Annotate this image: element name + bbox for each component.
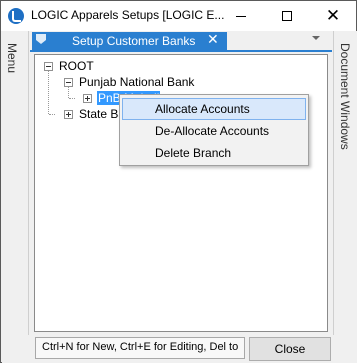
tree-node-label: ROOT [59,59,94,73]
tree-node-root[interactable]: ROOT [44,58,95,74]
menu-side-pane[interactable]: Menu [2,31,29,335]
tree-node-label: Punjab National Bank [79,75,195,89]
document-windows-pane[interactable]: Document Windows [333,31,357,335]
status-bar: Ctrl+N for New, Ctrl+E for Editing, Del … [2,335,357,363]
tab-list-dropdown-icon[interactable] [312,36,320,40]
tree-connector [69,98,75,99]
menu-item-allocate-accounts[interactable]: Allocate Accounts [122,98,306,120]
pin-icon [36,34,46,44]
expand-icon[interactable] [64,109,73,119]
tree-node-state-bank[interactable]: State Ba [64,106,126,122]
maximize-button[interactable] [264,1,310,31]
collapse-icon[interactable] [64,77,73,87]
document-tab-strip: Setup Customer Banks ✕ [30,31,332,51]
logic-app-icon[interactable] [8,8,24,24]
tree-connector [49,114,55,115]
app-window: LOGIC Apparels Setups [LOGIC E... ✕ Menu… [0,0,357,363]
title-bar[interactable]: LOGIC Apparels Setups [LOGIC E... ✕ [1,1,356,31]
window-close-button[interactable]: ✕ [310,1,356,31]
maximize-icon [282,11,292,21]
document-windows-label[interactable]: Document Windows [338,43,352,150]
minimize-button[interactable] [218,1,264,31]
tree-connector [48,70,49,114]
menu-pane-label[interactable]: Menu [5,43,19,73]
expand-icon[interactable] [83,93,92,103]
tree-node-punjab-national-bank[interactable]: Punjab National Bank [64,74,195,90]
tab-label: Setup Customer Banks [72,34,196,48]
collapse-icon[interactable] [44,61,53,71]
minimize-icon [236,15,246,17]
window-title: LOGIC Apparels Setups [LOGIC E... [31,8,225,22]
tab-underline [30,50,332,52]
menu-item-delete-branch[interactable]: Delete Branch [122,142,306,164]
close-icon: ✕ [325,6,341,26]
menu-item-de-allocate-accounts[interactable]: De-Allocate Accounts [122,120,306,142]
tab-setup-customer-banks[interactable]: Setup Customer Banks ✕ [32,32,227,51]
close-button[interactable]: Close [249,337,331,361]
keyboard-hint-text: Ctrl+N for New, Ctrl+E for Editing, Del … [35,337,245,359]
context-menu: Allocate Accounts De-Allocate Accounts D… [119,94,309,166]
tab-close-icon[interactable]: ✕ [207,32,219,48]
